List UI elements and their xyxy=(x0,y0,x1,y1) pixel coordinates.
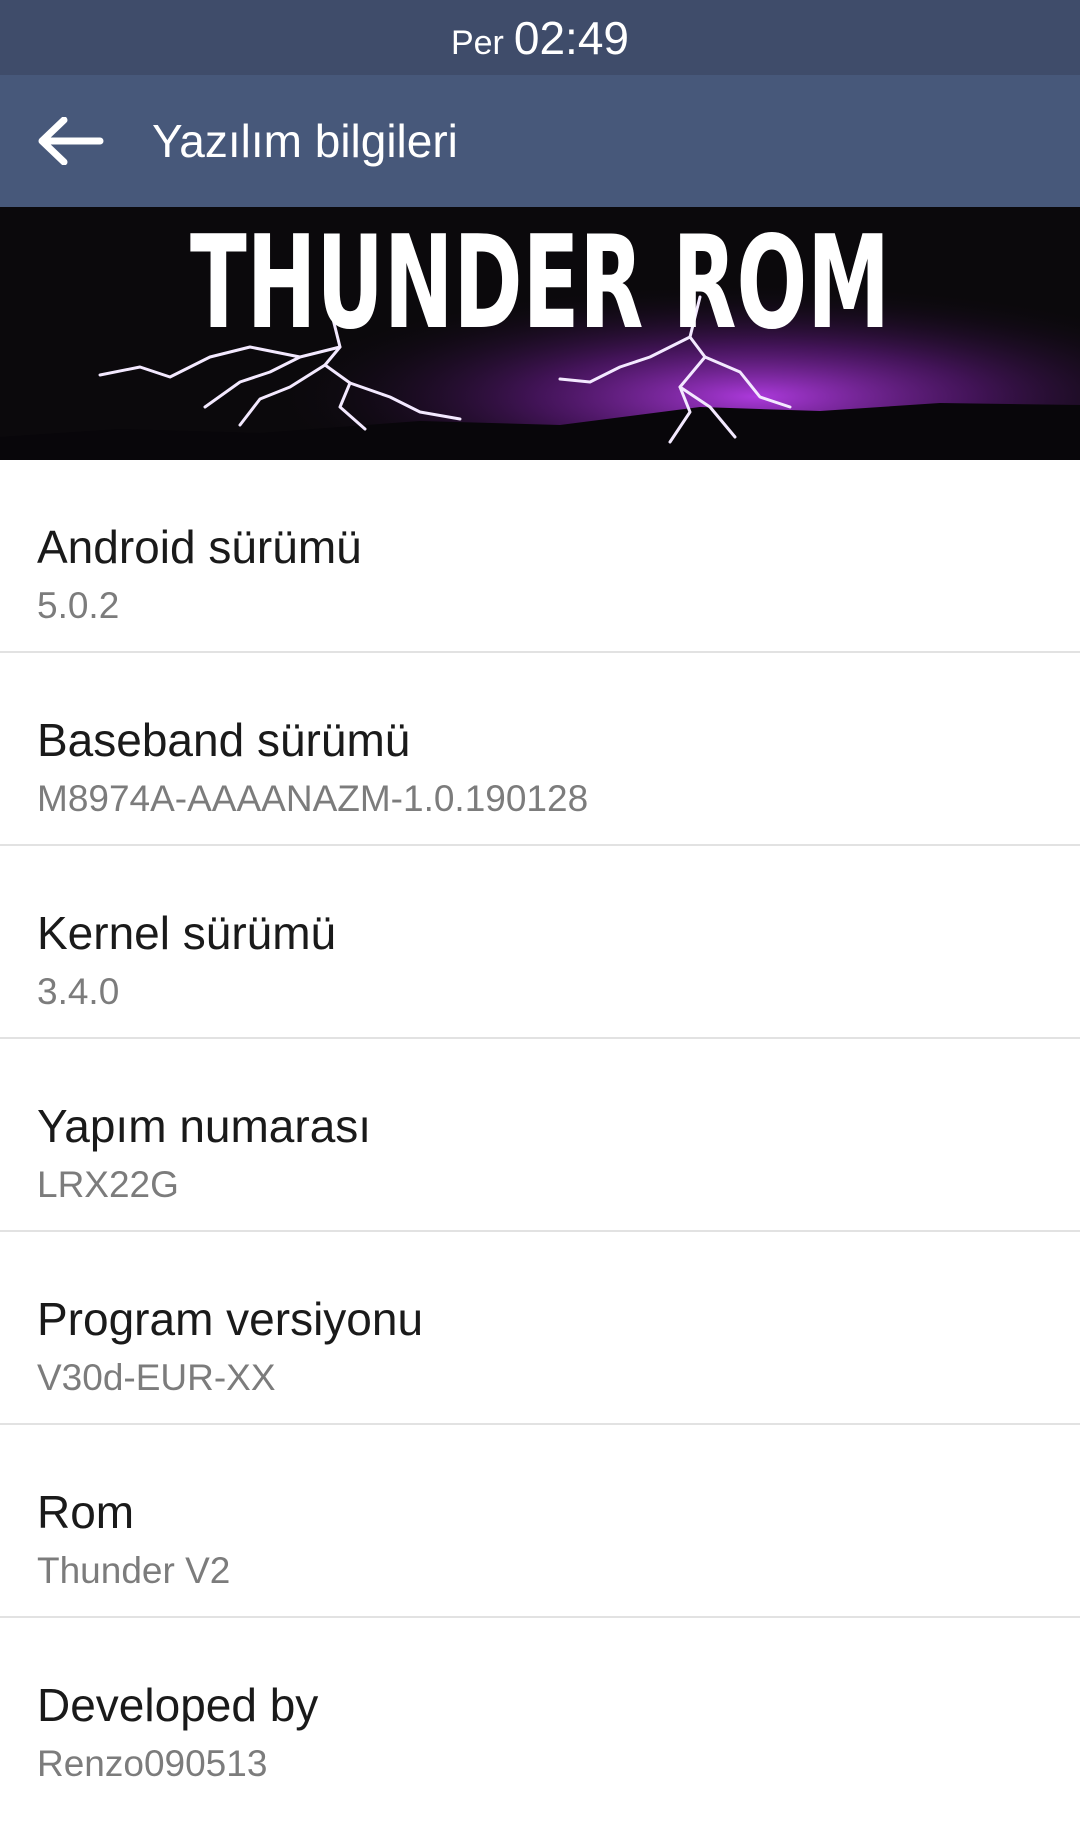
list-item-build-number[interactable]: Yapım numarası LRX22G xyxy=(0,1039,1080,1232)
arrow-left-icon xyxy=(38,117,104,165)
item-value: 3.4.0 xyxy=(37,971,120,1012)
item-title: Developed by xyxy=(37,1679,319,1731)
item-title: Program versiyonu xyxy=(37,1293,424,1345)
status-day: Per xyxy=(450,23,504,62)
item-value: V30d-EUR-XX xyxy=(37,1357,276,1398)
back-button[interactable] xyxy=(35,105,107,177)
banner-graphic: THUNDER ROM xyxy=(0,207,1080,460)
list-item-program-version[interactable]: Program versiyonu V30d-EUR-XX xyxy=(0,1232,1080,1425)
list-item-developed-by[interactable]: Developed by Renzo090513 xyxy=(0,1618,1080,1811)
page-title: Yazılım bilgileri xyxy=(152,115,458,167)
status-time: 02:49 xyxy=(513,11,630,64)
item-value: Renzo090513 xyxy=(37,1743,268,1784)
status-clock: Per 02:49 xyxy=(451,11,629,65)
item-title: Yapım numarası xyxy=(37,1100,372,1152)
software-info-list: Android sürümü 5.0.2 Baseband sürümü M89… xyxy=(0,460,1080,1811)
list-item-android-version[interactable]: Android sürümü 5.0.2 xyxy=(0,460,1080,653)
list-item-kernel-version[interactable]: Kernel sürümü 3.4.0 xyxy=(0,846,1080,1039)
list-item-baseband-version[interactable]: Baseband sürümü M8974A-AAAANAZM-1.0.1901… xyxy=(0,653,1080,846)
rom-banner-image: THUNDER ROM xyxy=(0,207,1080,460)
item-title: Kernel sürümü xyxy=(37,907,337,959)
item-title: Rom xyxy=(37,1486,135,1538)
item-value: Thunder V2 xyxy=(37,1550,231,1591)
item-value: M8974A-AAAANAZM-1.0.190128 xyxy=(37,778,589,819)
banner-title: THUNDER ROM xyxy=(190,209,890,358)
app-bar: Yazılım bilgileri xyxy=(0,75,1080,207)
item-value: LRX22G xyxy=(37,1164,179,1205)
item-title: Android sürümü xyxy=(37,521,362,573)
list-item-rom[interactable]: Rom Thunder V2 xyxy=(0,1425,1080,1618)
status-bar: Per 02:49 xyxy=(0,0,1080,75)
item-title: Baseband sürümü xyxy=(37,714,411,766)
item-value: 5.0.2 xyxy=(37,585,120,626)
